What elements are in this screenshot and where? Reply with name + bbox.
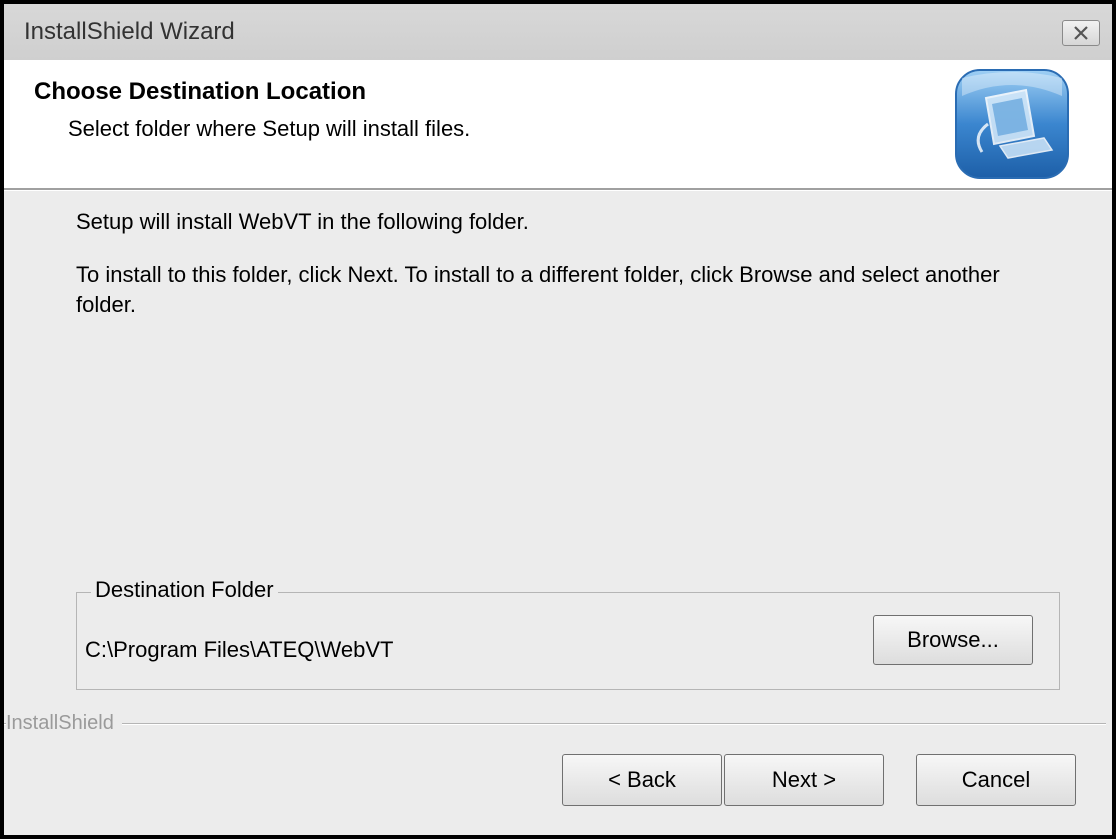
page-title: Choose Destination Location — [34, 78, 367, 105]
destination-path: C:\Program Files\ATEQ\WebVT — [85, 637, 394, 662]
close-button[interactable] — [1062, 20, 1100, 46]
brand-divider — [4, 723, 1106, 725]
installshield-wizard-window: InstallShield Wizard Choose Destination … — [4, 4, 1112, 835]
installshield-brand-line: InstallShield — [4, 712, 1112, 735]
intro-text: Setup will install WebVT in the followin… — [76, 209, 529, 234]
back-button[interactable]: < Back — [562, 754, 722, 806]
window-title: InstallShield Wizard — [24, 18, 235, 45]
browse-button[interactable]: Browse... — [873, 615, 1033, 665]
next-button[interactable]: Next > — [724, 754, 884, 806]
cancel-button[interactable]: Cancel — [916, 754, 1076, 806]
installshield-brand: InstallShield — [6, 712, 122, 735]
computer-install-icon — [955, 69, 1069, 179]
header-panel: Choose Destination Location Select folde… — [4, 60, 1112, 188]
instructions-text: To install to this folder, click Next. T… — [76, 262, 1000, 317]
close-icon — [1074, 26, 1088, 40]
page-subtitle: Select folder where Setup will install f… — [68, 116, 471, 141]
title-bar[interactable]: InstallShield Wizard — [4, 4, 1112, 60]
header-divider — [4, 188, 1112, 191]
destination-folder-group: Destination Folder C:\Program Files\ATEQ… — [76, 577, 1060, 690]
destination-folder-label: Destination Folder — [91, 577, 278, 603]
